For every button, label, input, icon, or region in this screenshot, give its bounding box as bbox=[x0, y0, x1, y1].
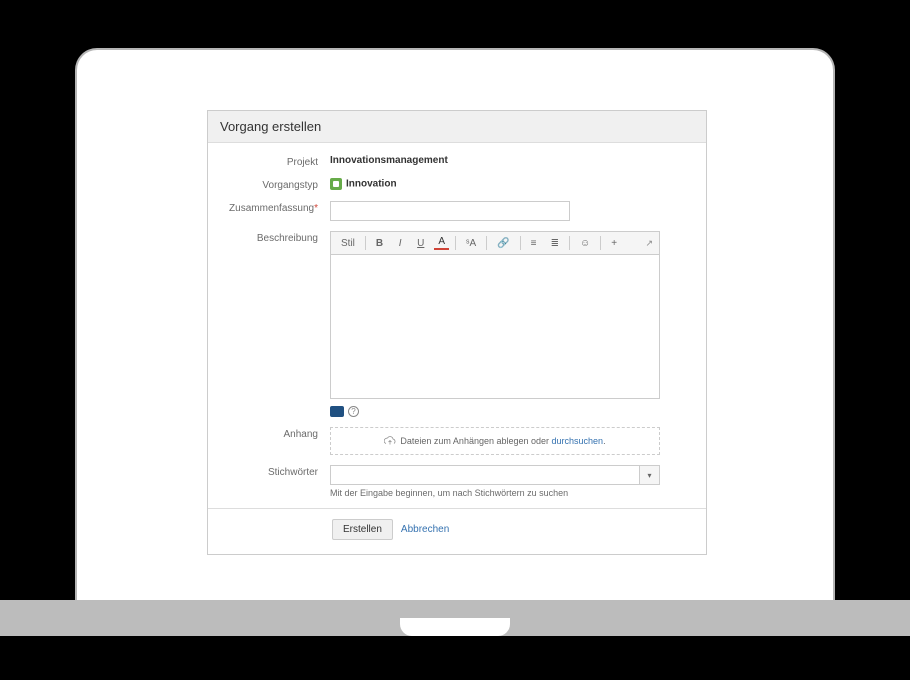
field-project: Projekt Innovationsmanagement bbox=[220, 155, 694, 168]
toolbar-separator bbox=[569, 236, 570, 250]
numbered-list-button[interactable]: ≣ bbox=[547, 235, 563, 251]
dialog-body: Projekt Innovationsmanagement Vorgangsty… bbox=[208, 143, 706, 554]
tags-hint: Mit der Eingabe beginnen, um nach Stichw… bbox=[330, 488, 694, 498]
style-dropdown[interactable]: Stil bbox=[337, 235, 359, 251]
laptop-frame: Vorgang erstellen Projekt Innovationsman… bbox=[75, 48, 835, 600]
italic-button[interactable]: I bbox=[393, 235, 407, 251]
issue-type-value: Innovation bbox=[330, 178, 694, 190]
link-button[interactable]: 🔗 bbox=[493, 235, 513, 251]
browse-link[interactable]: durchsuchen bbox=[552, 436, 604, 446]
dropzone-text: Dateien zum Anhängen ablegen oder durchs… bbox=[400, 436, 605, 446]
tags-select: ▾ bbox=[330, 465, 660, 485]
bullet-list-button[interactable]: ≡ bbox=[527, 235, 541, 251]
description-label: Beschreibung bbox=[220, 231, 330, 244]
emoji-button[interactable]: ☺ bbox=[576, 235, 594, 251]
toolbar-separator bbox=[486, 236, 487, 250]
summary-input[interactable] bbox=[330, 201, 570, 221]
toolbar-separator bbox=[600, 236, 601, 250]
clear-format-button[interactable]: ˢA bbox=[462, 235, 480, 251]
attachment-dropzone[interactable]: Dateien zum Anhängen ablegen oder durchs… bbox=[330, 427, 660, 455]
create-button[interactable]: Erstellen bbox=[332, 519, 393, 540]
project-label: Projekt bbox=[220, 155, 330, 168]
field-description: Beschreibung Stil B I U A ˢA 🔗 bbox=[220, 231, 694, 417]
field-issue-type: Vorgangstyp Innovation bbox=[220, 178, 694, 191]
editor-mode-badge[interactable] bbox=[330, 406, 344, 417]
laptop-notch bbox=[400, 618, 510, 636]
required-marker: * bbox=[314, 203, 318, 214]
text-color-button[interactable]: A bbox=[434, 236, 449, 250]
attachment-label: Anhang bbox=[220, 427, 330, 440]
toolbar-separator bbox=[520, 236, 521, 250]
underline-button[interactable]: U bbox=[413, 235, 428, 251]
description-textarea[interactable] bbox=[330, 254, 660, 399]
editor-toolbar: Stil B I U A ˢA 🔗 ≡ ≣ ☺ bbox=[330, 231, 660, 254]
more-button[interactable]: + bbox=[607, 235, 621, 251]
toolbar-separator bbox=[455, 236, 456, 250]
bold-button[interactable]: B bbox=[372, 235, 387, 251]
help-icon[interactable]: ? bbox=[348, 406, 359, 417]
dialog-title: Vorgang erstellen bbox=[208, 111, 706, 143]
field-summary: Zusammenfassung* bbox=[220, 201, 694, 221]
upload-icon bbox=[384, 435, 396, 447]
summary-label: Zusammenfassung* bbox=[220, 201, 330, 214]
issue-type-label: Vorgangstyp bbox=[220, 178, 330, 191]
tags-input[interactable] bbox=[330, 465, 640, 485]
editor-footer: ? bbox=[330, 406, 694, 417]
dialog-footer: Erstellen Abbrechen bbox=[208, 508, 706, 550]
toolbar-separator bbox=[365, 236, 366, 250]
tags-dropdown-button[interactable]: ▾ bbox=[640, 465, 660, 485]
issue-type-text: Innovation bbox=[346, 179, 397, 190]
field-attachment: Anhang Dateien zum Anhängen ablegen oder… bbox=[220, 427, 694, 455]
expand-button[interactable]: ↗ bbox=[645, 238, 653, 249]
create-issue-dialog: Vorgang erstellen Projekt Innovationsman… bbox=[207, 110, 707, 555]
innovation-icon bbox=[330, 178, 342, 190]
field-tags: Stichwörter ▾ Mit der Eingabe beginnen, … bbox=[220, 465, 694, 498]
project-value: Innovationsmanagement bbox=[330, 155, 694, 166]
tags-label: Stichwörter bbox=[220, 465, 330, 478]
cancel-link[interactable]: Abbrechen bbox=[401, 524, 449, 535]
